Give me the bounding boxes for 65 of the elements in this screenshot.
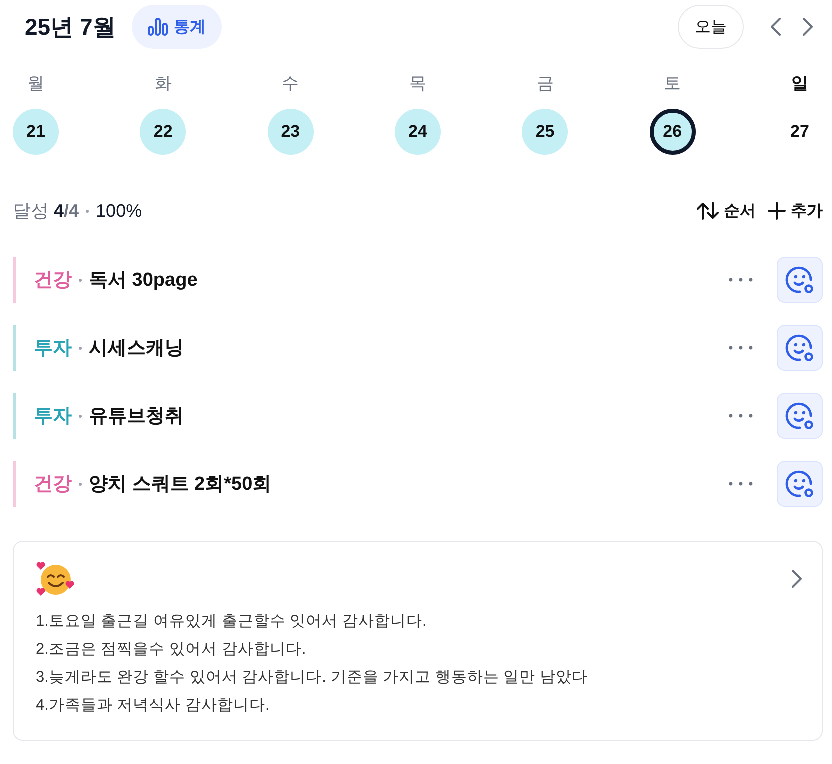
weekday-label: 월 <box>28 73 44 95</box>
weekday-label: 일 <box>791 73 808 95</box>
more-icon <box>729 346 753 350</box>
month-title: 25년 7월 <box>25 12 116 42</box>
date-button[interactable]: 25 <box>522 109 568 155</box>
smiley-icon <box>785 401 815 431</box>
more-icon <box>729 414 753 418</box>
smiling-face-with-hearts-icon <box>36 560 76 598</box>
weekday-label: 토 <box>664 73 682 95</box>
bar-chart-icon <box>148 18 168 36</box>
date-button[interactable]: 24 <box>394 109 441 155</box>
separator-dot <box>79 482 82 486</box>
add-button[interactable]: 추가 <box>756 200 823 222</box>
today-button[interactable]: 오늘 <box>678 5 744 49</box>
separator-dot <box>79 346 82 350</box>
achievement-label: 달성 <box>13 200 49 223</box>
smiley-icon <box>785 469 815 499</box>
habit-title: 독서 30page <box>89 269 198 293</box>
date-button[interactable]: 26 <box>650 109 696 155</box>
percent-text: 100% <box>96 200 142 222</box>
journal-line: 4.가족들과 저녁식사 감사합니다. <box>36 696 271 716</box>
more-icon <box>729 278 753 282</box>
journal-line: 2.조금은 점찍을수 있어서 감사합니다. <box>36 640 308 660</box>
weekday-label: 금 <box>536 73 554 95</box>
stats-button[interactable]: 통계 <box>132 5 222 49</box>
habit-title: 시세스캐닝 <box>89 337 184 361</box>
chevron-right-icon <box>803 18 813 36</box>
total-count: /4 <box>64 200 80 222</box>
weekday-label: 화 <box>154 73 172 95</box>
habit-row[interactable]: 투자 유튜브청취 <box>13 393 823 439</box>
date-button[interactable]: 22 <box>140 109 186 155</box>
habit-category: 건강 <box>34 473 72 497</box>
separator-dot <box>79 278 82 282</box>
reaction-button[interactable] <box>777 461 823 507</box>
journal-line: 3.늦게라도 완강 할수 있어서 감사합니다. 기준을 가지고 행동하는 일만 남았다 <box>36 668 589 688</box>
habit-title: 유튜브청취 <box>89 405 184 429</box>
separator-dot <box>79 414 82 418</box>
habit-row[interactable]: 투자 시세스캐닝 <box>13 325 823 371</box>
weekday-label: 목 <box>409 73 426 95</box>
journal-card[interactable]: 1.토요일 출근길 여유있게 출근할수 잇어서 감사합니다. 2.조금은 점찍을수 있어서 감사합니다. 3.늦게라도 완강 할수 있어서 감사합니다. 기준을 가지고 행동하는 일만 남았다 4.가족들과 저녁식사 감사합니다. <box>13 541 823 741</box>
chevron-right-icon <box>792 570 802 588</box>
chevron-left-icon <box>771 18 781 36</box>
separator-dot <box>86 210 90 212</box>
journal-line: 1.토요일 출근길 여유있게 출근할수 잇어서 감사합니다. <box>36 612 428 632</box>
date-button[interactable]: 23 <box>268 109 314 155</box>
habit-title: 양치 스쿼트 2회*50회 <box>89 473 272 497</box>
date-button[interactable]: 21 <box>13 109 59 155</box>
sort-icon <box>697 202 719 220</box>
more-icon <box>729 482 753 486</box>
plus-icon <box>768 202 786 220</box>
sort-button[interactable]: 순서 <box>685 200 756 222</box>
reaction-button[interactable] <box>777 393 823 439</box>
reaction-button[interactable] <box>777 257 823 303</box>
weekday-label: 수 <box>282 73 300 95</box>
smiley-icon <box>785 265 815 295</box>
smiley-icon <box>785 333 815 363</box>
habit-category: 건강 <box>34 269 72 293</box>
reaction-button[interactable] <box>777 325 823 371</box>
habit-row[interactable]: 건강 양치 스쿼트 2회*50회 <box>13 461 823 507</box>
done-count: 4 <box>54 200 64 222</box>
date-button[interactable]: 27 <box>776 109 823 155</box>
open-journal-button[interactable] <box>792 570 802 588</box>
habit-category: 투자 <box>34 337 72 361</box>
habit-category: 투자 <box>34 405 72 429</box>
habit-row[interactable]: 건강 독서 30page <box>13 257 823 303</box>
